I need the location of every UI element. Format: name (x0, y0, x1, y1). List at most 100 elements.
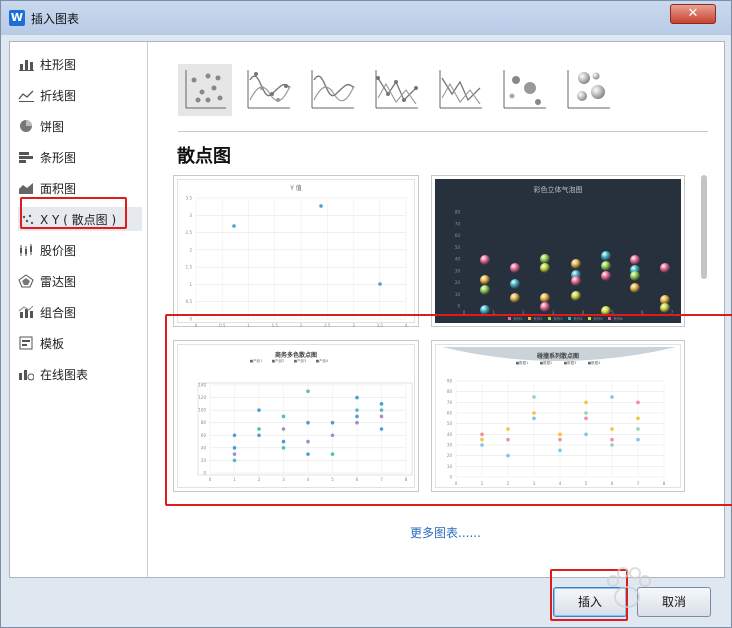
preview-chart: 80 70 60 50 40 30 20 10 00 1 2 3 4 5 6 7 系列1 系列2 系列3 系列4 系列5… (455, 210, 674, 322)
data-point (319, 204, 323, 208)
sidebar-item-line-chart[interactable]: 折线图 (18, 83, 142, 107)
y-tick-label: 0.5 (186, 299, 193, 304)
data-point (558, 432, 562, 437)
column-chart-icon (19, 60, 34, 71)
sidebar-item-area-chart[interactable]: 面积图 (18, 176, 142, 200)
sidebar-item-combo-chart[interactable]: 组合图 (18, 300, 142, 324)
y-tick-label: 30 (455, 268, 461, 273)
stock-chart-icon (20, 244, 32, 256)
section-title: 散点图 (177, 146, 231, 167)
y-tick-label: 1 (189, 282, 192, 287)
data-point (232, 458, 237, 463)
sidebar-item-radar-chart[interactable]: 雷达图 (18, 269, 142, 293)
subtype-smooth-line-markers[interactable] (242, 64, 296, 116)
legend-label: 系列1 (513, 316, 522, 321)
y-tick-label: 2 (189, 247, 192, 252)
data-point (532, 416, 536, 421)
x-tick-label: 3 (533, 481, 536, 486)
more-charts-link[interactable]: 更多图表...... (410, 524, 481, 541)
x-tick-label: 2 (300, 323, 303, 328)
bubble-point (540, 293, 550, 303)
legend-swatch (528, 317, 531, 320)
x-tick-label: 2 (258, 477, 261, 482)
x-tick-label: 5 (331, 477, 334, 482)
sidebar-item-scatter-chart[interactable]: X Y ( 散点图 ) (18, 207, 142, 231)
data-point (506, 427, 510, 431)
x-tick-label: 7 (380, 477, 383, 482)
y-tick-label: 50 (455, 245, 461, 250)
data-point (636, 427, 640, 431)
bubble-point (510, 263, 520, 273)
preview-card-basic-scatter[interactable]: Y 值 3.5 3 2.5 2 1.5 1 0.5 0 0 0.5 1 1.5 2 2.5 3 3.5 4 (173, 175, 419, 328)
sidebar-item-online-chart[interactable]: 在线图表 (18, 362, 142, 386)
bubble-point (540, 263, 550, 273)
subtype-smooth-line[interactable] (306, 64, 360, 116)
bubble-point (601, 251, 611, 261)
bubble-point (601, 261, 611, 271)
bubble-point (630, 271, 640, 281)
sidebar-item-column-chart[interactable]: 柱形图 (18, 52, 142, 76)
y-tick-label: 1.5 (186, 265, 193, 270)
data-point (636, 437, 640, 442)
data-point (558, 437, 562, 442)
preview-scrollbar[interactable] (701, 175, 707, 279)
close-button[interactable]: ✕ (670, 4, 716, 24)
insert-button[interactable]: 插入 (553, 587, 627, 617)
subtype-bubble[interactable] (498, 64, 552, 116)
sidebar-item-stock-chart[interactable]: 股价图 (18, 238, 142, 262)
smooth-line-icon (311, 70, 355, 109)
subtype-straight-line[interactable] (434, 64, 488, 116)
y-tick-label: 90 (447, 379, 453, 384)
bubble-point (540, 254, 550, 264)
data-point (379, 408, 384, 412)
preview-card-collision-series[interactable]: 碰撞系列散点图 ■数据1 ■数据2 ■数据3 ■数据4 90 80 70 60 50 40 30 20… (431, 340, 685, 492)
sidebar-item-pie-chart[interactable]: 饼图 (18, 114, 142, 138)
dialog-title: 插入图表 (31, 12, 80, 26)
data-point (584, 432, 588, 437)
bubble-point (510, 279, 520, 289)
cancel-button[interactable]: 取消 (637, 587, 711, 617)
dialog-body: 柱形图折线图饼图条形图面积图 X Y ( 散点图 ) 股价图雷达图组合图模板在线图表 (9, 41, 732, 578)
data-point (281, 414, 286, 419)
legend-label: 系列3 (553, 316, 562, 321)
data-point (379, 427, 384, 431)
x-tick-label: 6 (356, 477, 359, 482)
legend-label: ■产品2 (272, 358, 285, 363)
preview-card-business-multicolor[interactable]: 商务多色散点图 ■产品1 ■产品2 ■产品3 ■产品4 140 120 100 80 60 40 2… (173, 340, 419, 492)
data-point (378, 282, 382, 286)
subtype-scatter[interactable] (178, 64, 232, 116)
bubble-point (601, 306, 611, 316)
sidebar-item-label: 在线图表 (40, 367, 89, 382)
x-tick-label: 1 (247, 323, 250, 328)
bubble-point (571, 276, 581, 286)
y-tick-label: 120 (198, 395, 206, 400)
bubble-point (540, 302, 550, 312)
sidebar-item-label: 股价图 (40, 243, 77, 258)
y-tick-label: 10 (455, 292, 461, 297)
x-tick-label: 4 (582, 310, 585, 315)
sidebar-item-bar-chart[interactable]: 条形图 (18, 145, 142, 169)
data-point (232, 452, 237, 456)
data-point (330, 452, 335, 456)
data-point (306, 439, 310, 444)
x-tick-label: 2 (507, 481, 510, 486)
sidebar-item-template[interactable]: 模板 (18, 331, 142, 355)
y-tick-label: 2.5 (186, 230, 193, 235)
subtype-3d-bubble[interactable] (562, 64, 616, 116)
bubble-point (510, 293, 520, 303)
bubble-point (480, 255, 490, 265)
straight-line-icon (439, 70, 482, 109)
subtype-straight-line-markers[interactable] (370, 64, 424, 116)
x-tick-label: 3 (352, 323, 355, 328)
sidebar-item-label: 条形图 (40, 150, 77, 165)
template-icon (19, 336, 33, 350)
y-tick-label: 0 (189, 317, 192, 322)
sidebar-item-label: 柱形图 (40, 57, 77, 72)
legend-label: ■产品1 (250, 358, 263, 363)
y-tick-label: 30 (447, 443, 453, 448)
y-tick-label: 70 (455, 221, 461, 226)
x-tick-label: 1 (492, 310, 495, 315)
area-chart-icon (19, 183, 33, 194)
y-tick-label: 50 (447, 421, 453, 426)
preview-card-color-3d-bubble[interactable]: 彩色立体气泡图 80 70 60 50 40 30 20 10 0 0 1 2 3 4 5 6 7 系列1 系列2 系… (431, 175, 685, 327)
